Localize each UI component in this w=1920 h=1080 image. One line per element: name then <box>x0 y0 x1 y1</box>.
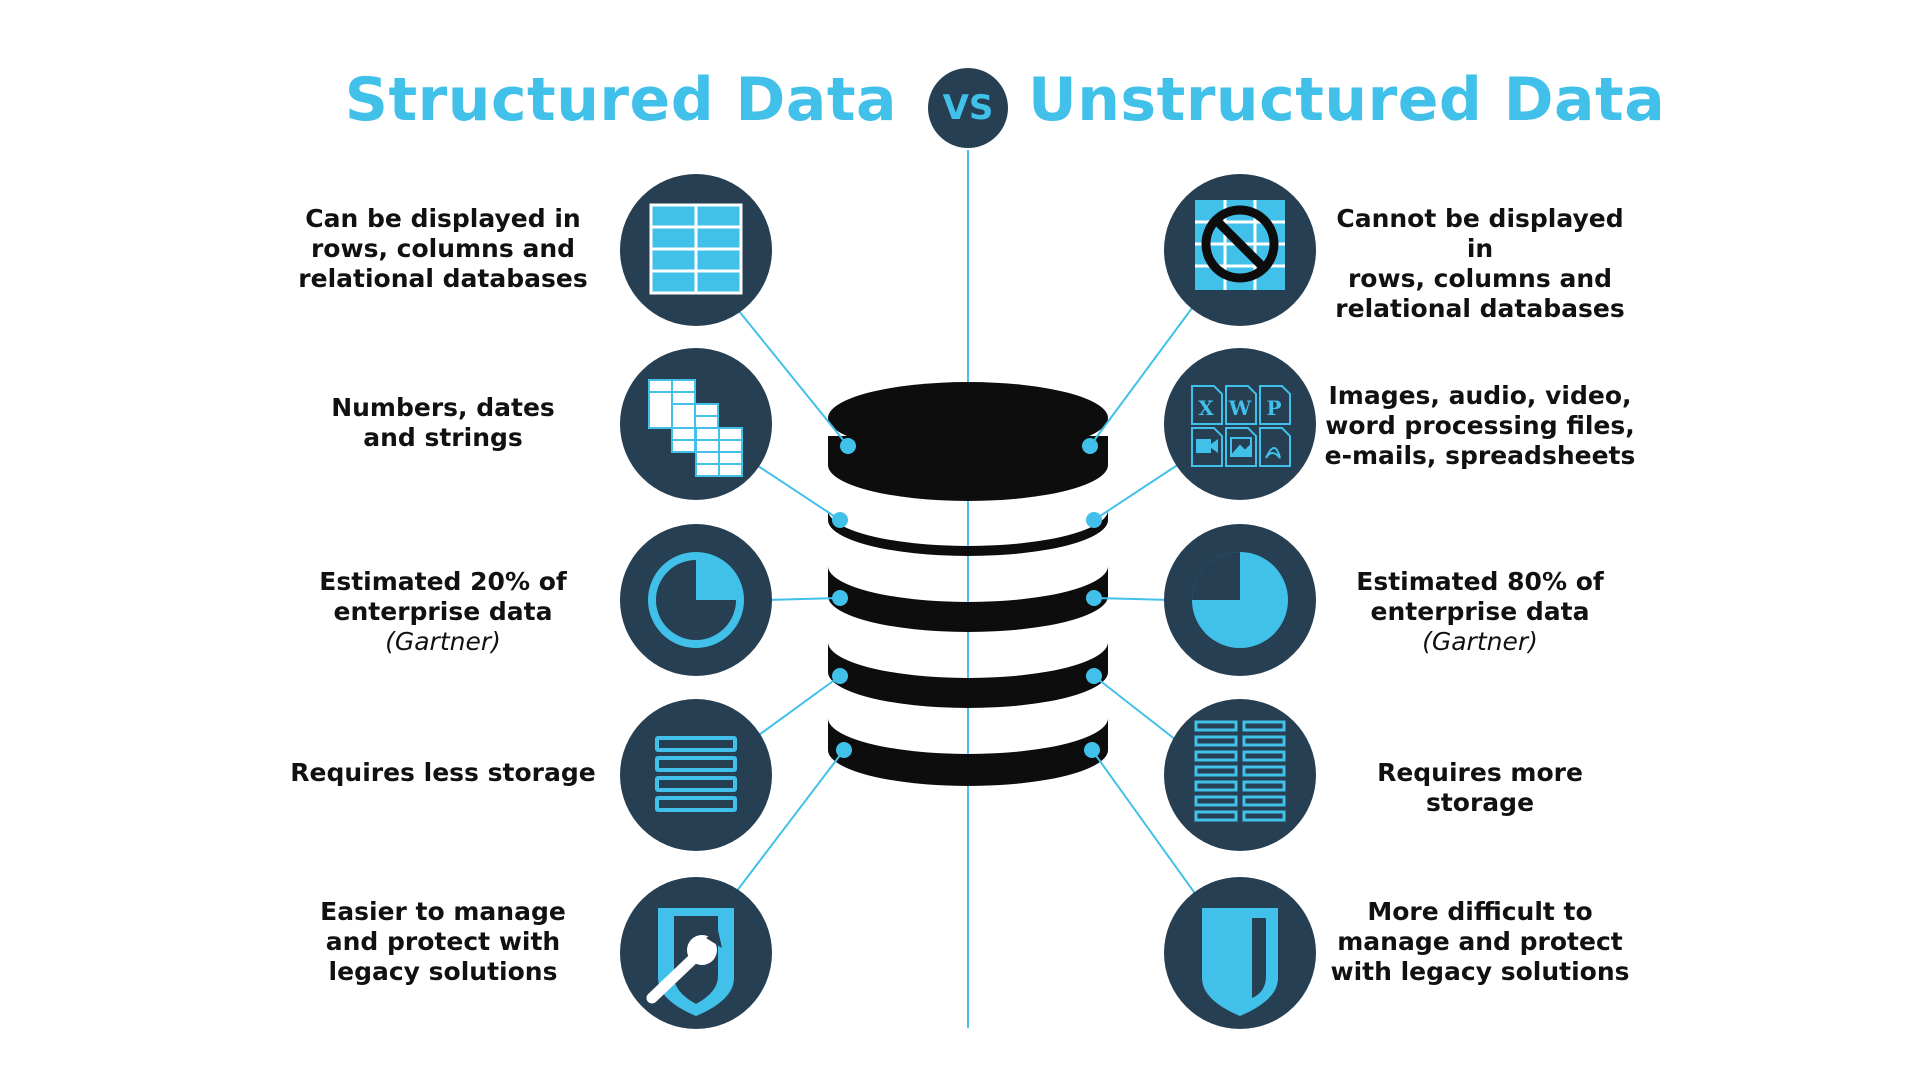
label-line: legacy solutions <box>328 957 558 986</box>
label-line: relational databases <box>1335 294 1625 323</box>
excel-letter: X <box>1198 396 1214 420</box>
label-line: Images, audio, video, <box>1328 381 1632 410</box>
source-note: (Gartner) <box>385 627 501 656</box>
label-line: rows, columns and <box>310 234 576 263</box>
icon-circle <box>620 699 772 851</box>
unstructured-item-3-label: Estimated 80% of enterprise data (Gartne… <box>1320 567 1640 657</box>
no-table-icon <box>1195 200 1285 290</box>
label-line: More difficult to <box>1367 897 1593 926</box>
file-type-letters: X W P <box>1198 396 1281 420</box>
label-line: enterprise data (Gartner) <box>1320 597 1640 657</box>
label-line: with legacy solutions <box>1330 957 1630 986</box>
label-line: word processing files, <box>1325 411 1635 440</box>
label-line: Numbers, dates <box>331 393 555 422</box>
connector-dot <box>1086 512 1102 528</box>
unstructured-item-5-label: More difficult to manage and protect wit… <box>1320 897 1640 987</box>
label-line: relational databases <box>298 264 588 293</box>
icon-circle <box>1164 699 1316 851</box>
label-line: manage and protect <box>1337 927 1623 956</box>
pie-chart-80-icon <box>1192 552 1288 648</box>
structured-item-3-label: Estimated 20% of enterprise data (Gartne… <box>283 567 603 657</box>
label-line: and protect with <box>325 927 561 956</box>
connector-dot <box>1084 742 1100 758</box>
label-line: and strings <box>363 423 523 452</box>
label-line: rows, columns and <box>1347 264 1613 293</box>
connector-dot <box>832 590 848 606</box>
label-line: Can be displayed in <box>305 204 581 233</box>
connector-line <box>751 461 841 521</box>
connector-dot <box>832 512 848 528</box>
connector-line <box>751 675 841 741</box>
label-text: enterprise data <box>333 597 553 626</box>
connector-dot <box>1086 668 1102 684</box>
connector-dot <box>1086 590 1102 606</box>
label-line: Requires more storage <box>1377 758 1583 817</box>
label-line: Easier to manage <box>320 897 566 926</box>
unstructured-item-2-label: Images, audio, video, word processing fi… <box>1320 381 1640 471</box>
label-line: Requires less storage <box>290 758 596 787</box>
source-note: (Gartner) <box>1422 627 1538 656</box>
connector-line <box>1093 461 1183 521</box>
label-text: enterprise data <box>1370 597 1590 626</box>
label-line: enterprise data (Gartner) <box>283 597 603 657</box>
label-line: e-mails, spreadsheets <box>1324 441 1636 470</box>
unstructured-item-1-label: Cannot be displayed in rows, columns and… <box>1320 204 1640 324</box>
structured-item-4-label: Requires less storage <box>283 758 603 788</box>
structured-item-2-label: Numbers, dates and strings <box>283 393 603 453</box>
label-line: Estimated 80% of <box>1356 567 1604 596</box>
connector-dot <box>1082 438 1098 454</box>
label-line: Cannot be displayed in <box>1336 204 1624 263</box>
connector-dot <box>840 438 856 454</box>
connector-dot <box>836 742 852 758</box>
table-grid-icon <box>649 203 743 295</box>
structured-item-5-label: Easier to manage and protect with legacy… <box>283 897 603 987</box>
structured-item-1-label: Can be displayed in rows, columns and re… <box>283 204 603 294</box>
unstructured-item-4-label: Requires more storage <box>1320 758 1640 818</box>
powerpoint-letter: P <box>1266 396 1281 420</box>
word-letter: W <box>1228 396 1252 420</box>
label-line: Estimated 20% of <box>319 567 567 596</box>
connector-dot <box>832 668 848 684</box>
shield-icon <box>1202 908 1278 1016</box>
